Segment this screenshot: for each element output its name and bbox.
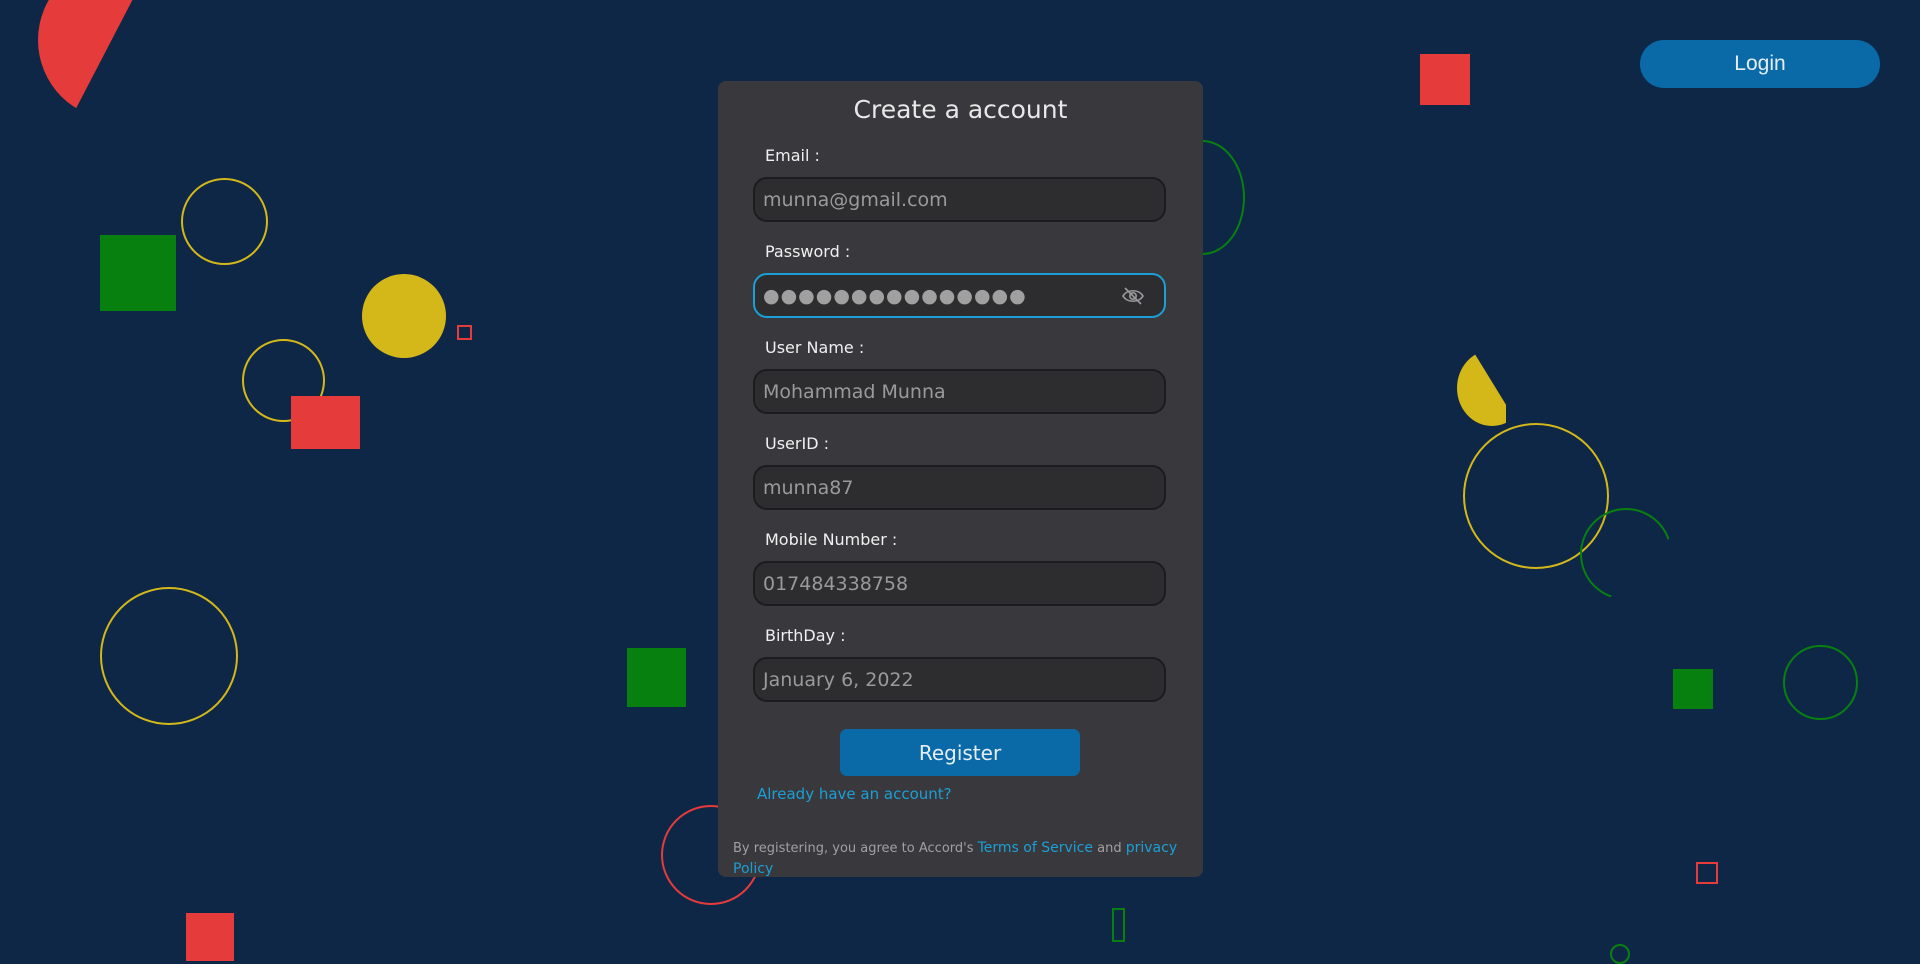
- email-value: munna@gmail.com: [763, 188, 948, 211]
- username-value: Mohammad Munna: [763, 380, 946, 403]
- userid-field[interactable]: munna87: [753, 465, 1166, 510]
- username-field[interactable]: Mohammad Munna: [753, 369, 1166, 414]
- decor-circle-outline: [1610, 944, 1630, 964]
- decor-circle-yellow: [362, 274, 446, 358]
- decor-square-outline: [1696, 862, 1718, 884]
- terms-and: and: [1093, 841, 1126, 856]
- decor-square-green: [100, 235, 176, 311]
- userid-label: UserID :: [765, 434, 829, 453]
- register-card: Create a account Email : munna@gmail.com…: [718, 81, 1203, 877]
- decor-square-outline: [457, 325, 472, 340]
- decor-circle-outline: [181, 178, 268, 265]
- decor-circle-outline: [100, 587, 238, 725]
- login-button[interactable]: Login: [1640, 40, 1880, 88]
- birthday-value: January 6, 2022: [763, 668, 914, 691]
- password-label: Password :: [765, 242, 851, 261]
- password-field[interactable]: ●●●●●●●●●●●●●●●: [753, 273, 1166, 318]
- birthday-label: BirthDay :: [765, 626, 846, 645]
- birthday-field[interactable]: January 6, 2022: [753, 657, 1166, 702]
- terms-notice: By registering, you agree to Accord's Te…: [733, 838, 1193, 880]
- password-value: ●●●●●●●●●●●●●●●: [763, 284, 1027, 307]
- email-label: Email :: [765, 146, 820, 165]
- mobile-value: 017484338758: [763, 572, 909, 595]
- decor-square-green: [1673, 669, 1713, 709]
- decor-rect-outline: [1112, 908, 1125, 942]
- register-button[interactable]: Register: [840, 729, 1080, 776]
- email-field[interactable]: munna@gmail.com: [753, 177, 1166, 222]
- already-have-account-link[interactable]: Already have an account?: [757, 785, 952, 803]
- terms-of-service-link[interactable]: Terms of Service: [978, 840, 1093, 856]
- form-title: Create a account: [853, 95, 1068, 124]
- mobile-field[interactable]: 017484338758: [753, 561, 1166, 606]
- decor-square-red: [186, 913, 234, 961]
- decor-square-red: [291, 396, 360, 449]
- terms-prefix: By registering, you agree to Accord's: [733, 841, 978, 856]
- username-label: User Name :: [765, 338, 865, 357]
- mobile-label: Mobile Number :: [765, 530, 898, 549]
- decor-square-green: [627, 648, 686, 707]
- decor-half-circle-red: [38, 0, 154, 120]
- userid-value: munna87: [763, 476, 854, 499]
- decor-circle-outline: [1783, 645, 1858, 720]
- decor-square-red: [1420, 54, 1470, 105]
- decor-half-circle-yellow: [1457, 350, 1506, 426]
- eye-off-icon[interactable]: [1122, 287, 1144, 305]
- decor-circle-outline: [1580, 508, 1672, 600]
